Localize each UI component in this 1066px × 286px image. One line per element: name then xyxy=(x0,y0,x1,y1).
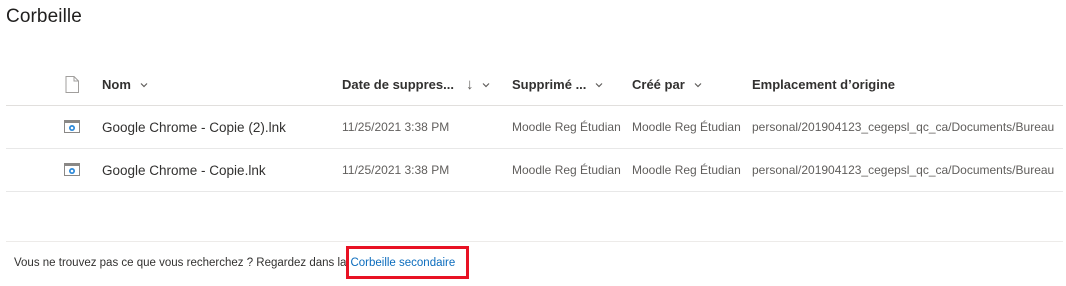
original-location-cell: personal/201904123_cegepsl_qc_ca/Documen… xyxy=(752,120,1055,134)
chevron-down-icon xyxy=(483,82,490,87)
column-header-name-label: Nom xyxy=(102,77,131,92)
column-header-deleted-date[interactable]: Date de suppres... ↓ xyxy=(342,64,502,105)
column-header-original-location[interactable]: Emplacement d’origine xyxy=(752,64,1062,105)
deleted-date-cell: 11/25/2021 3:38 PM xyxy=(342,163,450,177)
footer-hint-text: Vous ne trouvez pas ce que vous recherch… xyxy=(14,257,347,269)
table-header-row: Nom Date de suppres... ↓ Supprimé ... Cr… xyxy=(6,64,1063,106)
created-by-cell: Moodle Reg Étudian xyxy=(632,163,741,177)
column-header-deleted-by[interactable]: Supprimé ... xyxy=(512,64,630,105)
page-title: Corbeille xyxy=(6,6,82,27)
file-name-link[interactable]: Google Chrome - Copie (2).lnk xyxy=(102,106,332,148)
table-row[interactable]: Google Chrome - Copie.lnk 11/25/2021 3:3… xyxy=(6,149,1063,192)
recycle-bin-table: Nom Date de suppres... ↓ Supprimé ... Cr… xyxy=(6,64,1063,192)
chevron-down-icon xyxy=(140,82,148,87)
deleted-by-cell: Moodle Reg Étudian xyxy=(512,120,621,134)
second-stage-recycle-bin-link[interactable]: Corbeille secondaire xyxy=(350,257,455,269)
file-type-column-header[interactable] xyxy=(62,64,82,105)
column-header-deleted-date-label: Date de suppres... xyxy=(342,77,454,92)
chevron-down-icon xyxy=(694,82,702,87)
column-header-created-by[interactable]: Créé par xyxy=(632,64,750,105)
footer-divider xyxy=(6,241,1063,242)
document-icon xyxy=(65,76,79,93)
original-location-cell: personal/201904123_cegepsl_qc_ca/Documen… xyxy=(752,163,1055,177)
chevron-down-icon xyxy=(595,82,603,87)
shortcut-file-icon xyxy=(62,106,82,148)
sort-descending-icon: ↓ xyxy=(465,76,474,93)
column-header-deleted-by-label: Supprimé ... xyxy=(512,77,587,92)
deleted-by-cell: Moodle Reg Étudian xyxy=(512,163,621,177)
file-name-link[interactable]: Google Chrome - Copie.lnk xyxy=(102,149,332,191)
table-row[interactable]: Google Chrome - Copie (2).lnk 11/25/2021… xyxy=(6,106,1063,149)
column-header-name[interactable]: Nom xyxy=(102,64,332,105)
created-by-cell: Moodle Reg Étudian xyxy=(632,120,741,134)
deleted-date-cell: 11/25/2021 3:38 PM xyxy=(342,120,450,134)
column-header-original-location-label: Emplacement d’origine xyxy=(752,77,896,92)
footer-hint: Vous ne trouvez pas ce que vous recherch… xyxy=(14,257,455,269)
column-header-created-by-label: Créé par xyxy=(632,77,685,92)
shortcut-file-icon xyxy=(62,149,82,191)
